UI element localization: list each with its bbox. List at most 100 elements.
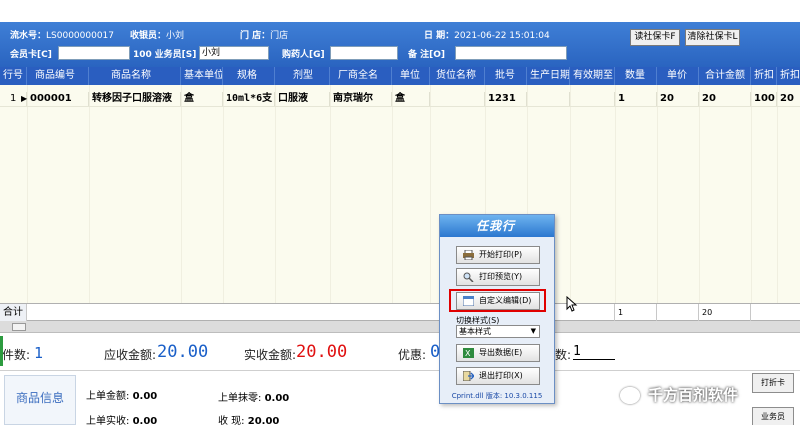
highlight-box <box>449 289 546 312</box>
buyer-input[interactable] <box>330 46 398 60</box>
pieces-value: 1 <box>573 344 615 360</box>
member-card-label: 会员卡[C] <box>10 50 52 60</box>
cashier-label: 收银员： <box>130 31 167 41</box>
cell-discount2: 20 <box>780 93 794 104</box>
cell-amount: 20 <box>699 92 751 106</box>
version-text: Cprint.dll 版本: 10.3.0.115 <box>451 392 543 400</box>
salesman-input[interactable]: 小刘 <box>199 46 269 60</box>
wechat-icon <box>620 387 640 404</box>
print-preview-button[interactable]: 打印预览(Y) <box>456 268 540 286</box>
start-print-button[interactable]: 开始打印(P) <box>456 246 540 264</box>
last-actual-label: 上单实收: <box>86 416 130 425</box>
collect-value: 20.00 <box>247 416 280 425</box>
col-location[interactable]: 货位名称 <box>430 67 485 85</box>
svg-text:X: X <box>465 349 471 358</box>
remark-label: 备 注[O] <box>408 50 446 60</box>
cell-prod-date <box>527 92 570 106</box>
col-prod-date[interactable]: 生产日期 <box>527 67 570 85</box>
collect-label: 收 现: <box>218 416 245 425</box>
receivable-value: 20.00 <box>157 342 209 362</box>
store-value: 门店 <box>270 31 289 41</box>
serial-value: LS0000000017 <box>46 31 115 41</box>
style-select[interactable]: 基本样式 ▼ <box>456 325 540 338</box>
actual-value: 20.00 <box>296 342 348 362</box>
col-discount2[interactable]: 折扣... <box>777 67 800 85</box>
receivable-label: 应收金额: <box>104 348 157 362</box>
totals-label: 合计 <box>0 304 27 322</box>
last-amount-label: 上单金额: <box>86 391 130 402</box>
printer-icon <box>463 250 474 260</box>
discount-label: 优惠: <box>398 348 427 362</box>
col-spec[interactable]: 规格 <box>223 67 275 85</box>
export-data-button[interactable]: X 导出数据(E) <box>456 344 540 362</box>
totals-row: 合计 1 20 <box>0 303 800 322</box>
pieces-label: 数: <box>555 348 572 362</box>
col-form[interactable]: 剂型 <box>275 67 330 85</box>
col-amount[interactable]: 合计金额 <box>699 67 751 85</box>
col-discount[interactable]: 折扣 <box>751 67 777 85</box>
col-batch[interactable]: 批号 <box>485 67 527 85</box>
count-value: 1 <box>34 344 44 362</box>
tab-product-info[interactable]: 商品信息 <box>4 375 76 425</box>
col-name[interactable]: 商品名称 <box>89 67 181 85</box>
totals-qty: 1 <box>615 304 657 322</box>
cell-batch: 1231 <box>485 92 527 106</box>
chevron-down-icon: ▼ <box>530 327 536 335</box>
horizontal-scrollbar[interactable] <box>0 321 800 333</box>
col-row-no[interactable]: 行号 <box>0 67 27 85</box>
col-expiry[interactable]: 有效期至 <box>570 67 615 85</box>
date-value: 2021-06-22 15:01:04 <box>454 31 550 41</box>
cashier-value: 小刘 <box>166 31 185 41</box>
salesman-code: 100 <box>133 50 152 60</box>
table-header: 行号 商品编号 商品名称 基本单位 规格 剂型 厂商全名 单位 货位名称 批号 … <box>0 67 800 85</box>
header-bar: 流水号：LS0000000017 收银员：小刘 门 店：门店 日 期：2021-… <box>0 22 800 67</box>
watermark: 千方百剂软件 <box>620 384 738 405</box>
brand-logo: 任我行 <box>476 219 516 233</box>
salesman-label: 业务员[S] <box>154 50 197 60</box>
col-unit[interactable]: 单位 <box>392 67 430 85</box>
cell-manufacturer: 南京瑞尔 <box>330 92 392 106</box>
last-rounding-label: 上单抹零: <box>218 393 262 404</box>
last-rounding-value: 0.00 <box>264 393 290 404</box>
col-qty[interactable]: 数量 <box>615 67 657 85</box>
items-grid[interactable]: 1 ▶ 000001 转移因子口服溶液 盒 10ml*6支 口服液 南京瑞尔 盒… <box>0 85 800 303</box>
count-label: 件数: <box>2 348 31 362</box>
mouse-cursor-icon <box>566 296 578 312</box>
table-row[interactable]: 1 ▶ 000001 转移因子口服溶液 盒 10ml*6支 口服液 南京瑞尔 盒… <box>0 92 800 106</box>
serial-label: 流水号： <box>10 31 47 41</box>
cell-location <box>430 92 485 106</box>
totals-amount: 20 <box>699 304 751 322</box>
magnifier-icon <box>463 272 474 282</box>
cell-qty: 1 <box>615 92 657 106</box>
salesman-button[interactable]: 业务员 <box>752 407 794 425</box>
date-label: 日 期： <box>424 31 455 41</box>
last-amount-value: 0.00 <box>132 391 158 402</box>
store-label: 门 店： <box>240 31 271 41</box>
cell-form: 口服液 <box>275 92 330 106</box>
buyer-label: 购药人[G] <box>282 50 325 60</box>
cell-base-unit: 盒 <box>181 92 223 106</box>
clear-social-card-button[interactable]: 清除社保卡L <box>685 29 740 46</box>
read-social-card-button[interactable]: 读社保卡F <box>630 29 680 46</box>
col-manufacturer[interactable]: 厂商全名 <box>330 67 392 85</box>
member-card-input[interactable] <box>58 46 130 60</box>
cell-price: 20 <box>657 92 699 106</box>
scroll-thumb[interactable] <box>12 323 26 331</box>
print-dialog-banner: 任我行 <box>440 215 554 237</box>
summary-bar: 件数: 1 应收金额: 20.00 实收金额: 20.00 优惠: 0 数: 1 <box>0 334 800 370</box>
cell-expiry <box>570 92 615 106</box>
actual-label: 实收金额: <box>244 348 297 362</box>
col-price[interactable]: 单价 <box>657 67 699 85</box>
remark-input[interactable] <box>455 46 567 60</box>
col-code[interactable]: 商品编号 <box>27 67 89 85</box>
cell-code: 000001 <box>27 92 89 106</box>
excel-icon: X <box>463 348 474 358</box>
last-actual-value: 0.00 <box>132 416 158 425</box>
cell-unit: 盒 <box>392 92 430 106</box>
col-base-unit[interactable]: 基本单位 <box>181 67 223 85</box>
cell-discount: 100 <box>751 92 777 106</box>
discount-card-button[interactable]: 打折卡 <box>752 373 794 393</box>
exit-print-button[interactable]: 退出打印(X) <box>456 367 540 385</box>
exit-icon <box>463 371 474 381</box>
cell-spec: 10ml*6支 <box>223 92 275 106</box>
